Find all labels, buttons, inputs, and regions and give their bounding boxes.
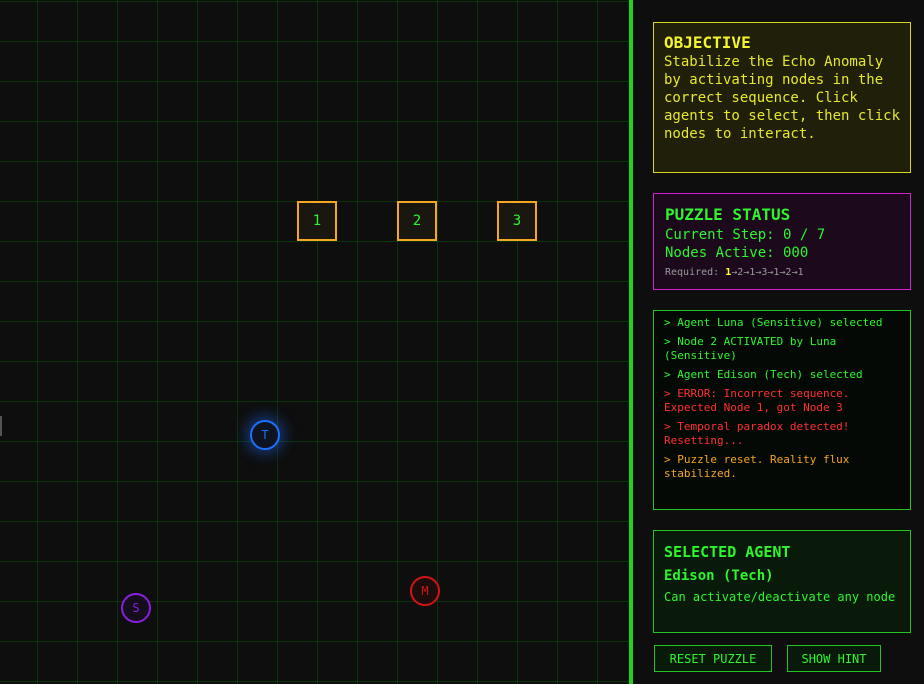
required-label: Required: bbox=[665, 267, 726, 278]
required-sequence: Required: 1→2→1→3→1→2→1 bbox=[665, 267, 899, 278]
game-board[interactable]: 1 2 3 T S M bbox=[0, 0, 629, 684]
log-entry: > Agent Edison (Tech) selected bbox=[664, 368, 863, 381]
objective-title: OBJECTIVE bbox=[664, 33, 751, 52]
node-3[interactable]: 3 bbox=[497, 201, 537, 241]
current-step: Current Step: 0 / 7 bbox=[665, 227, 826, 243]
selected-agent-title: SELECTED AGENT bbox=[664, 543, 791, 561]
agent-tech[interactable]: T bbox=[250, 420, 280, 450]
puzzle-status-box: PUZZLE STATUS Current Step: 0 / 7 Nodes … bbox=[653, 193, 911, 290]
agent-sensitive[interactable]: S bbox=[121, 593, 151, 623]
reset-puzzle-button[interactable]: RESET PUZZLE bbox=[654, 645, 772, 672]
board-edge-marker bbox=[0, 416, 2, 436]
nodes-active: Nodes Active: 000 bbox=[665, 245, 809, 261]
log-entry: > Puzzle reset. Reality flux stabilized. bbox=[664, 453, 850, 480]
required-remaining: →2→1→3→1→2→1 bbox=[731, 267, 804, 278]
side-panel: OBJECTIVE Stabilize the Echo Anomaly by … bbox=[633, 0, 924, 684]
log-entry: > Temporal paradox detected! Resetting..… bbox=[664, 420, 850, 447]
event-log[interactable]: > Agent Luna (Sensitive) selected > Node… bbox=[653, 310, 911, 510]
selected-agent-description: Can activate/deactivate any node bbox=[664, 590, 896, 604]
log-entry: > Agent Luna (Sensitive) selected bbox=[664, 316, 883, 329]
log-entry: > ERROR: Incorrect sequence. Expected No… bbox=[664, 387, 850, 414]
selected-agent-box: SELECTED AGENT Edison (Tech) Can activat… bbox=[653, 530, 911, 633]
selected-agent-name: Edison (Tech) bbox=[664, 568, 774, 584]
puzzle-status-title: PUZZLE STATUS bbox=[665, 205, 791, 224]
log-entry: > Node 2 ACTIVATED by Luna (Sensitive) bbox=[664, 335, 837, 362]
objective-text: Stabilize the Echo Anomaly by activating… bbox=[664, 54, 901, 142]
agent-mech[interactable]: M bbox=[410, 576, 440, 606]
node-1[interactable]: 1 bbox=[297, 201, 337, 241]
show-hint-button[interactable]: SHOW HINT bbox=[787, 645, 881, 672]
node-2[interactable]: 2 bbox=[397, 201, 437, 241]
objective-box: OBJECTIVE Stabilize the Echo Anomaly by … bbox=[653, 22, 911, 173]
